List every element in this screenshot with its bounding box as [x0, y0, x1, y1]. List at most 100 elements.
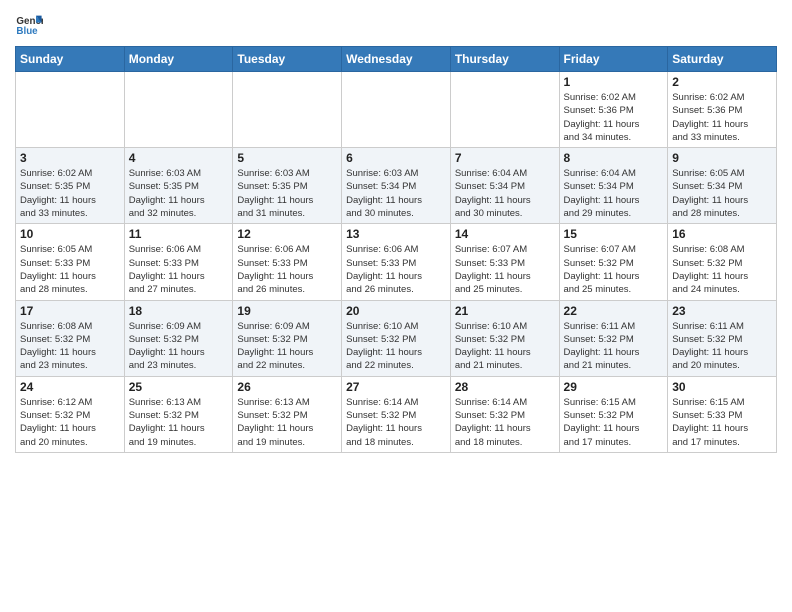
calendar-page: General Blue SundayMondayTuesdayWednesda…: [0, 0, 792, 468]
day-info: Sunrise: 6:14 AM Sunset: 5:32 PM Dayligh…: [455, 396, 555, 449]
day-number: 4: [129, 151, 229, 165]
weekday-header-tuesday: Tuesday: [233, 47, 342, 72]
calendar-cell: 26 Sunrise: 6:13 AM Sunset: 5:32 PM Dayli…: [233, 376, 342, 452]
week-row-2: 3 Sunrise: 6:02 AM Sunset: 5:35 PM Daylig…: [16, 148, 777, 224]
week-row-4: 17Sunrise: 6:08 AM Sunset: 5:32 PM Dayli…: [16, 300, 777, 376]
calendar-cell: 8 Sunrise: 6:04 AM Sunset: 5:34 PM Daylig…: [559, 148, 668, 224]
day-info: Sunrise: 6:11 AM Sunset: 5:32 PM Dayligh…: [564, 320, 664, 373]
calendar-cell: 3 Sunrise: 6:02 AM Sunset: 5:35 PM Daylig…: [16, 148, 125, 224]
logo-icon: General Blue: [15, 10, 43, 38]
day-number: 18: [129, 304, 229, 318]
calendar-cell: 27 Sunrise: 6:14 AM Sunset: 5:32 PM Dayli…: [342, 376, 451, 452]
day-number: 8: [564, 151, 664, 165]
calendar-cell: 11Sunrise: 6:06 AM Sunset: 5:33 PM Dayli…: [124, 224, 233, 300]
day-info: Sunrise: 6:09 AM Sunset: 5:32 PM Dayligh…: [237, 320, 337, 373]
day-info: Sunrise: 6:05 AM Sunset: 5:33 PM Dayligh…: [20, 243, 120, 296]
day-info: Sunrise: 6:15 AM Sunset: 5:32 PM Dayligh…: [564, 396, 664, 449]
day-info: Sunrise: 6:08 AM Sunset: 5:32 PM Dayligh…: [672, 243, 772, 296]
calendar-cell: 5Sunrise: 6:03 AM Sunset: 5:35 PM Daylig…: [233, 148, 342, 224]
day-number: 3: [20, 151, 120, 165]
day-number: 25: [129, 380, 229, 394]
day-info: Sunrise: 6:03 AM Sunset: 5:35 PM Dayligh…: [129, 167, 229, 220]
day-info: Sunrise: 6:02 AM Sunset: 5:35 PM Dayligh…: [20, 167, 120, 220]
calendar-cell: 10 Sunrise: 6:05 AM Sunset: 5:33 PM Dayli…: [16, 224, 125, 300]
calendar-cell: 13 Sunrise: 6:06 AM Sunset: 5:33 PM Dayli…: [342, 224, 451, 300]
calendar-cell: 6 Sunrise: 6:03 AM Sunset: 5:34 PM Daylig…: [342, 148, 451, 224]
weekday-header-friday: Friday: [559, 47, 668, 72]
calendar-cell: 14 Sunrise: 6:07 AM Sunset: 5:33 PM Dayli…: [450, 224, 559, 300]
calendar-cell: 30 Sunrise: 6:15 AM Sunset: 5:33 PM Dayli…: [668, 376, 777, 452]
calendar-cell: 24 Sunrise: 6:12 AM Sunset: 5:32 PM Dayli…: [16, 376, 125, 452]
calendar-cell: 22 Sunrise: 6:11 AM Sunset: 5:32 PM Dayli…: [559, 300, 668, 376]
calendar-cell: 12 Sunrise: 6:06 AM Sunset: 5:33 PM Dayli…: [233, 224, 342, 300]
week-row-3: 10 Sunrise: 6:05 AM Sunset: 5:33 PM Dayli…: [16, 224, 777, 300]
day-number: 16: [672, 227, 772, 241]
day-number: 30: [672, 380, 772, 394]
week-row-5: 24 Sunrise: 6:12 AM Sunset: 5:32 PM Dayli…: [16, 376, 777, 452]
day-info: Sunrise: 6:09 AM Sunset: 5:32 PM Dayligh…: [129, 320, 229, 373]
day-number: 14: [455, 227, 555, 241]
day-info: Sunrise: 6:08 AM Sunset: 5:32 PM Dayligh…: [20, 320, 120, 373]
day-number: 10: [20, 227, 120, 241]
calendar-cell: 1 Sunrise: 6:02 AM Sunset: 5:36 PM Daylig…: [559, 72, 668, 148]
calendar-cell: [124, 72, 233, 148]
day-number: 24: [20, 380, 120, 394]
weekday-header-thursday: Thursday: [450, 47, 559, 72]
day-number: 7: [455, 151, 555, 165]
day-number: 15: [564, 227, 664, 241]
day-number: 12: [237, 227, 337, 241]
weekday-header-row: SundayMondayTuesdayWednesdayThursdayFrid…: [16, 47, 777, 72]
day-info: Sunrise: 6:07 AM Sunset: 5:32 PM Dayligh…: [564, 243, 664, 296]
week-row-1: 1 Sunrise: 6:02 AM Sunset: 5:36 PM Daylig…: [16, 72, 777, 148]
logo: General Blue: [15, 10, 45, 38]
day-number: 19: [237, 304, 337, 318]
calendar-cell: 2 Sunrise: 6:02 AM Sunset: 5:36 PM Daylig…: [668, 72, 777, 148]
day-info: Sunrise: 6:06 AM Sunset: 5:33 PM Dayligh…: [237, 243, 337, 296]
calendar-cell: 18 Sunrise: 6:09 AM Sunset: 5:32 PM Dayli…: [124, 300, 233, 376]
day-info: Sunrise: 6:15 AM Sunset: 5:33 PM Dayligh…: [672, 396, 772, 449]
day-number: 6: [346, 151, 446, 165]
day-info: Sunrise: 6:10 AM Sunset: 5:32 PM Dayligh…: [455, 320, 555, 373]
day-number: 22: [564, 304, 664, 318]
weekday-header-sunday: Sunday: [16, 47, 125, 72]
day-info: Sunrise: 6:07 AM Sunset: 5:33 PM Dayligh…: [455, 243, 555, 296]
day-number: 20: [346, 304, 446, 318]
day-number: 26: [237, 380, 337, 394]
calendar-cell: 21 Sunrise: 6:10 AM Sunset: 5:32 PM Dayli…: [450, 300, 559, 376]
day-info: Sunrise: 6:03 AM Sunset: 5:35 PM Dayligh…: [237, 167, 337, 220]
day-info: Sunrise: 6:04 AM Sunset: 5:34 PM Dayligh…: [564, 167, 664, 220]
calendar-cell: [233, 72, 342, 148]
calendar-cell: [342, 72, 451, 148]
day-info: Sunrise: 6:05 AM Sunset: 5:34 PM Dayligh…: [672, 167, 772, 220]
day-info: Sunrise: 6:02 AM Sunset: 5:36 PM Dayligh…: [672, 91, 772, 144]
calendar-cell: 20 Sunrise: 6:10 AM Sunset: 5:32 PM Dayli…: [342, 300, 451, 376]
day-number: 13: [346, 227, 446, 241]
calendar-cell: 19 Sunrise: 6:09 AM Sunset: 5:32 PM Dayli…: [233, 300, 342, 376]
calendar-cell: 29Sunrise: 6:15 AM Sunset: 5:32 PM Dayli…: [559, 376, 668, 452]
calendar-cell: 4 Sunrise: 6:03 AM Sunset: 5:35 PM Daylig…: [124, 148, 233, 224]
calendar-cell: [16, 72, 125, 148]
day-info: Sunrise: 6:02 AM Sunset: 5:36 PM Dayligh…: [564, 91, 664, 144]
day-number: 2: [672, 75, 772, 89]
day-number: 9: [672, 151, 772, 165]
day-number: 1: [564, 75, 664, 89]
day-info: Sunrise: 6:03 AM Sunset: 5:34 PM Dayligh…: [346, 167, 446, 220]
calendar-cell: 28 Sunrise: 6:14 AM Sunset: 5:32 PM Dayli…: [450, 376, 559, 452]
day-info: Sunrise: 6:14 AM Sunset: 5:32 PM Dayligh…: [346, 396, 446, 449]
day-number: 23: [672, 304, 772, 318]
calendar-cell: 9 Sunrise: 6:05 AM Sunset: 5:34 PM Daylig…: [668, 148, 777, 224]
day-info: Sunrise: 6:10 AM Sunset: 5:32 PM Dayligh…: [346, 320, 446, 373]
weekday-header-wednesday: Wednesday: [342, 47, 451, 72]
calendar-cell: 15 Sunrise: 6:07 AM Sunset: 5:32 PM Dayli…: [559, 224, 668, 300]
svg-text:Blue: Blue: [16, 26, 38, 37]
header: General Blue: [15, 10, 777, 38]
day-info: Sunrise: 6:06 AM Sunset: 5:33 PM Dayligh…: [346, 243, 446, 296]
day-number: 27: [346, 380, 446, 394]
calendar-cell: 25Sunrise: 6:13 AM Sunset: 5:32 PM Dayli…: [124, 376, 233, 452]
day-info: Sunrise: 6:12 AM Sunset: 5:32 PM Dayligh…: [20, 396, 120, 449]
day-info: Sunrise: 6:06 AM Sunset: 5:33 PM Dayligh…: [129, 243, 229, 296]
day-number: 28: [455, 380, 555, 394]
day-info: Sunrise: 6:13 AM Sunset: 5:32 PM Dayligh…: [237, 396, 337, 449]
day-info: Sunrise: 6:11 AM Sunset: 5:32 PM Dayligh…: [672, 320, 772, 373]
day-number: 21: [455, 304, 555, 318]
